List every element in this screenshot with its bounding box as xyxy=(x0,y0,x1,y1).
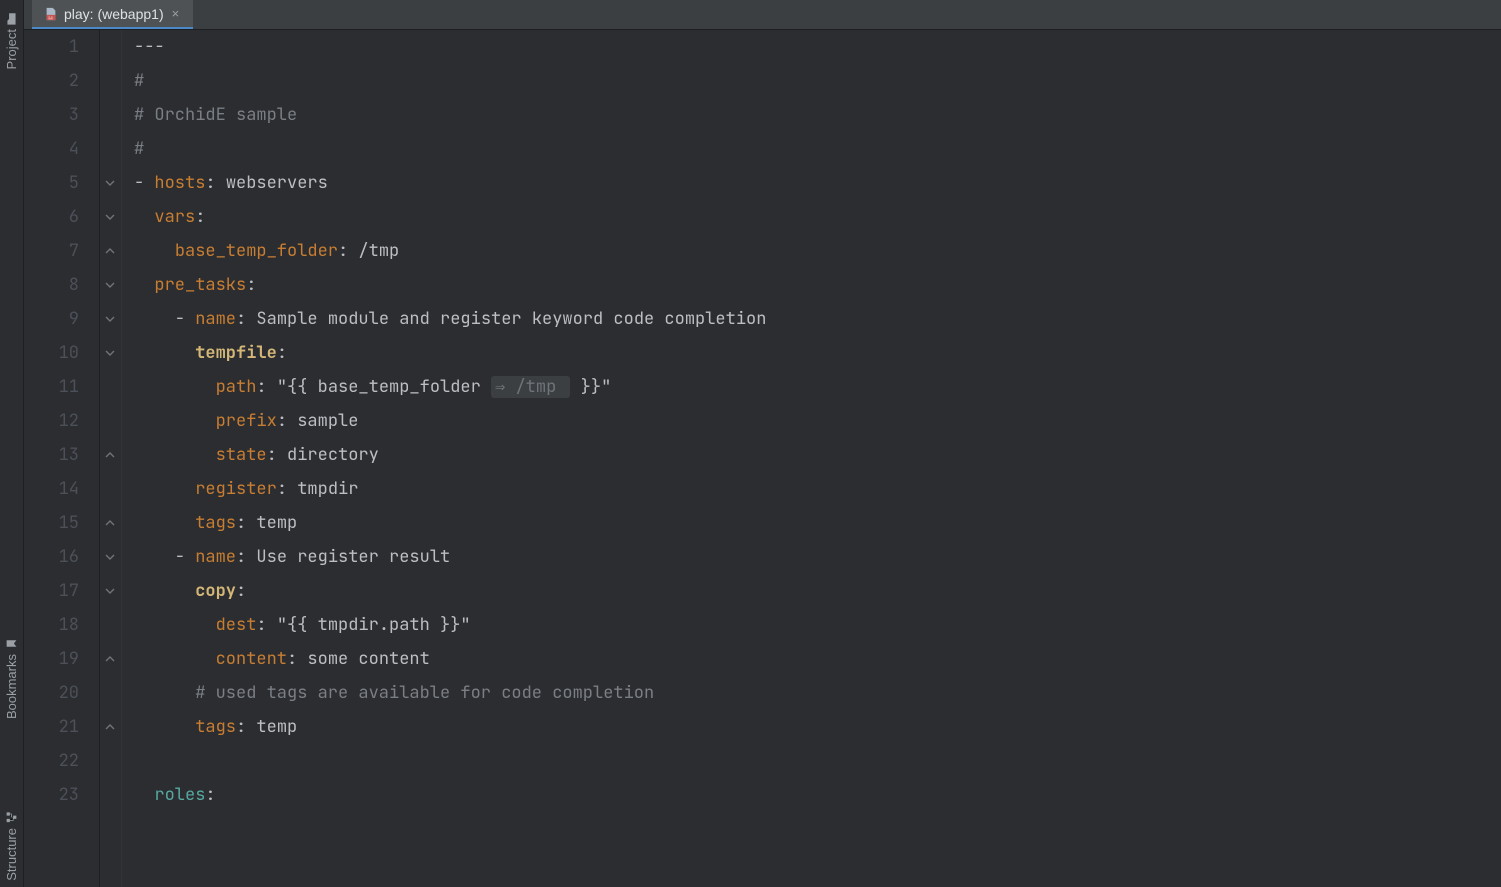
line-number: 19 xyxy=(24,642,79,676)
fold-toggle-icon[interactable] xyxy=(104,279,116,291)
line-number: 15 xyxy=(24,506,79,540)
line-number: 14 xyxy=(24,472,79,506)
line-number: 20 xyxy=(24,676,79,710)
code-area[interactable]: ---## OrchidE sample#- hosts: webservers… xyxy=(122,30,1501,887)
editor-tabbar: play: (webapp1) × xyxy=(24,0,1501,30)
code-line[interactable]: tags: temp xyxy=(134,506,1501,540)
tab-label: play: (webapp1) xyxy=(64,6,164,22)
code-line[interactable]: - name: Use register result xyxy=(134,540,1501,574)
toolwindow-label: Bookmarks xyxy=(4,654,19,719)
fold-end-icon xyxy=(104,653,116,665)
fold-end-icon xyxy=(104,449,116,461)
fold-end-icon xyxy=(104,721,116,733)
folder-icon xyxy=(5,12,18,25)
line-number: 6 xyxy=(24,200,79,234)
toolwindow-project[interactable]: Project xyxy=(2,6,21,75)
toolwindow-bookmarks[interactable]: Bookmarks xyxy=(2,631,21,725)
fold-toggle-icon[interactable] xyxy=(104,347,116,359)
line-number: 3 xyxy=(24,98,79,132)
inline-hint: ⇒ /tmp xyxy=(491,376,570,398)
fold-end-icon xyxy=(104,245,116,257)
toolwindow-label: Structure xyxy=(4,828,19,881)
line-number: 2 xyxy=(24,64,79,98)
fold-toggle-icon[interactable] xyxy=(104,313,116,325)
line-number: 1 xyxy=(24,30,79,64)
line-number: 13 xyxy=(24,438,79,472)
toolwindow-label: Project xyxy=(4,29,19,69)
line-number: 7 xyxy=(24,234,79,268)
line-number: 9 xyxy=(24,302,79,336)
line-number: 12 xyxy=(24,404,79,438)
fold-toggle-icon[interactable] xyxy=(104,551,116,563)
structure-icon xyxy=(5,811,18,824)
code-line[interactable]: --- xyxy=(134,30,1501,64)
code-editor[interactable]: 1234567891011121314151617181920212223 --… xyxy=(24,30,1501,887)
ide-root: Project Bookmarks Structure play: (webap… xyxy=(0,0,1501,887)
code-line[interactable]: pre_tasks: xyxy=(134,268,1501,302)
fold-toggle-icon[interactable] xyxy=(104,211,116,223)
fold-column xyxy=(100,30,122,887)
fold-end-icon xyxy=(104,517,116,529)
line-number: 16 xyxy=(24,540,79,574)
fold-toggle-icon[interactable] xyxy=(104,177,116,189)
line-number: 10 xyxy=(24,336,79,370)
fold-toggle-icon[interactable] xyxy=(104,585,116,597)
line-number: 18 xyxy=(24,608,79,642)
line-number: 22 xyxy=(24,744,79,778)
line-number: 17 xyxy=(24,574,79,608)
code-line[interactable]: state: directory xyxy=(134,438,1501,472)
editor-pane: play: (webapp1) × 1234567891011121314151… xyxy=(24,0,1501,887)
code-line[interactable]: content: some content xyxy=(134,642,1501,676)
code-line[interactable]: - name: Sample module and register keywo… xyxy=(134,302,1501,336)
code-line[interactable]: # xyxy=(134,132,1501,166)
code-line[interactable]: prefix: sample xyxy=(134,404,1501,438)
line-number: 11 xyxy=(24,370,79,404)
line-number: 5 xyxy=(24,166,79,200)
line-number-gutter: 1234567891011121314151617181920212223 xyxy=(24,30,100,887)
code-line[interactable]: base_temp_folder: /tmp xyxy=(134,234,1501,268)
editor-tab-active[interactable]: play: (webapp1) × xyxy=(32,0,193,29)
line-number: 8 xyxy=(24,268,79,302)
code-line[interactable]: # OrchidE sample xyxy=(134,98,1501,132)
code-line[interactable]: dest: "{{ tmpdir.path }}" xyxy=(134,608,1501,642)
code-line[interactable]: path: "{{ base_temp_folder ⇒ /tmp }}" xyxy=(134,370,1501,404)
line-number: 23 xyxy=(24,778,79,812)
code-line[interactable]: tempfile: xyxy=(134,336,1501,370)
code-line[interactable]: - hosts: webservers xyxy=(134,166,1501,200)
code-line[interactable]: register: tmpdir xyxy=(134,472,1501,506)
code-line[interactable]: tags: temp xyxy=(134,710,1501,744)
code-line[interactable]: roles: xyxy=(134,778,1501,812)
code-line[interactable] xyxy=(134,744,1501,778)
line-number: 4 xyxy=(24,132,79,166)
code-line[interactable]: # used tags are available for code compl… xyxy=(134,676,1501,710)
bookmark-icon xyxy=(5,637,18,650)
close-icon[interactable]: × xyxy=(170,6,182,21)
left-tool-strip: Project Bookmarks Structure xyxy=(0,0,24,887)
line-number: 21 xyxy=(24,710,79,744)
code-line[interactable]: vars: xyxy=(134,200,1501,234)
yaml-file-icon xyxy=(44,7,58,21)
toolwindow-structure[interactable]: Structure xyxy=(2,805,21,887)
code-line[interactable]: copy: xyxy=(134,574,1501,608)
code-line[interactable]: # xyxy=(134,64,1501,98)
